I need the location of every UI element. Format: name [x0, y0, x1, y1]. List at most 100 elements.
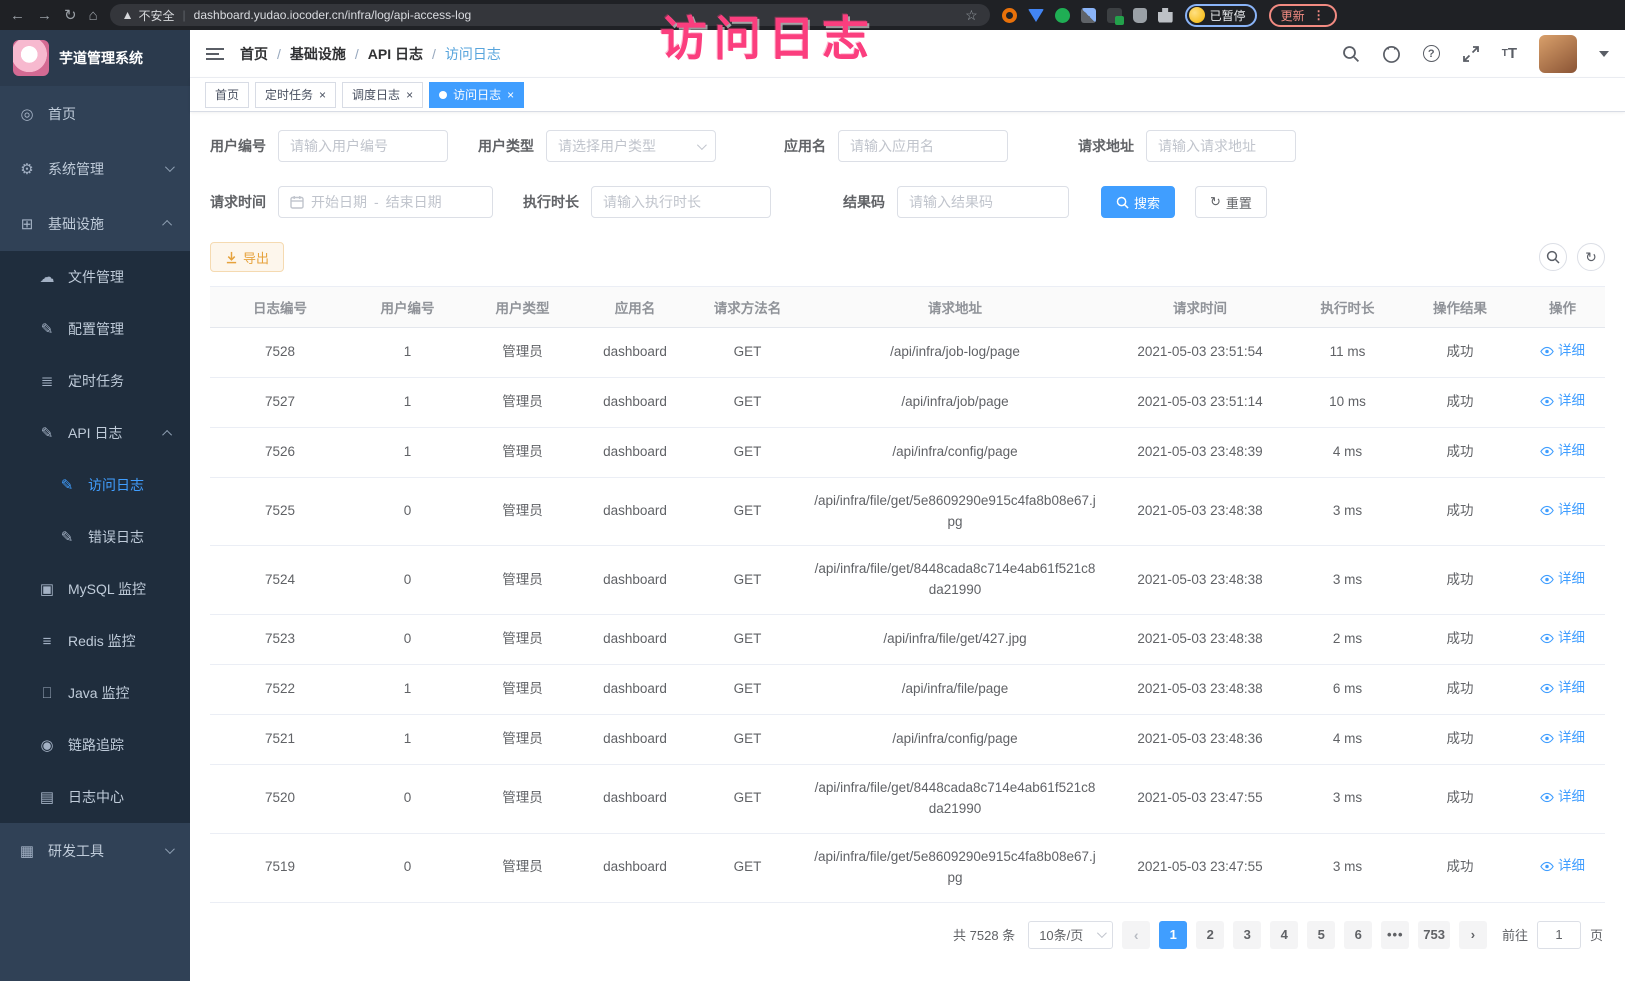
sidebar-item-config-management[interactable]: ✎ 配置管理 — [0, 303, 190, 355]
breadcrumb-infrastructure[interactable]: 基础设施 — [290, 44, 346, 64]
detail-link[interactable]: 详细 — [1540, 628, 1585, 649]
access-log-table: 日志编号 用户编号 用户类型 应用名 请求方法名 请求地址 请求时间 执行时长 … — [210, 286, 1605, 903]
page-button-5[interactable]: 5 — [1307, 921, 1335, 949]
sidebar-item-access-log[interactable]: ✎ 访问日志 — [0, 459, 190, 511]
sidebar-item-home[interactable]: ◎ 首页 — [0, 86, 190, 141]
cell-request-url: /api/infra/file/get/8448cada8c714e4ab61f… — [805, 764, 1105, 833]
detail-link[interactable]: 详细 — [1540, 569, 1585, 590]
sidebar-item-infrastructure[interactable]: ⊞ 基础设施 — [0, 196, 190, 251]
detail-link[interactable]: 详细 — [1540, 678, 1585, 699]
detail-link[interactable]: 详细 — [1540, 441, 1585, 462]
help-icon[interactable]: ? — [1423, 45, 1440, 62]
font-size-icon[interactable]: TT — [1502, 45, 1517, 62]
breadcrumb-access-log: 访问日志 — [445, 44, 501, 64]
cell-duration: 11 ms — [1295, 328, 1400, 378]
goto-page-input[interactable] — [1537, 921, 1581, 949]
cell-request-url: /api/infra/job-log/page — [805, 328, 1105, 378]
profile-paused-badge[interactable]: 已暂停 — [1185, 4, 1257, 27]
extension-icon[interactable] — [1055, 8, 1070, 23]
duration-input[interactable] — [591, 186, 771, 218]
sidebar-item-error-log[interactable]: ✎ 错误日志 — [0, 511, 190, 563]
export-button[interactable]: 导出 — [210, 242, 284, 272]
browser-forward-icon[interactable]: → — [37, 8, 52, 23]
page-button-3[interactable]: 3 — [1233, 921, 1261, 949]
sidebar-item-dev-tools[interactable]: ▦ 研发工具 — [0, 823, 190, 878]
sidebar-item-trace[interactable]: ◉ 链路追踪 — [0, 719, 190, 771]
page-button-4[interactable]: 4 — [1270, 921, 1298, 949]
user-id-input[interactable] — [278, 130, 448, 162]
last-page-button[interactable]: 753 — [1418, 921, 1450, 949]
close-icon[interactable]: × — [507, 89, 514, 101]
detail-link[interactable]: 详细 — [1540, 728, 1585, 749]
extension-icon[interactable] — [1028, 9, 1044, 22]
sidebar-item-mysql-monitor[interactable]: ▣ MySQL 监控 — [0, 563, 190, 615]
extension-icon[interactable] — [1002, 8, 1017, 23]
detail-link[interactable]: 详细 — [1540, 341, 1585, 362]
next-page-button[interactable]: › — [1459, 921, 1487, 949]
cloud-upload-icon: ☁ — [38, 268, 56, 286]
extension-icon[interactable] — [1133, 8, 1147, 23]
toggle-search-button[interactable] — [1539, 243, 1567, 271]
refresh-table-button[interactable]: ↻ — [1577, 243, 1605, 271]
cell-result: 成功 — [1400, 615, 1520, 665]
eye-icon — [1540, 792, 1554, 803]
browser-reload-icon[interactable]: ↻ — [64, 8, 77, 23]
address-bar[interactable]: ▲ 不安全 | dashboard.yudao.iocoder.cn/infra… — [110, 4, 990, 26]
github-icon[interactable] — [1382, 44, 1401, 63]
page-button-2[interactable]: 2 — [1196, 921, 1224, 949]
tab-home[interactable]: 首页 — [205, 82, 249, 108]
extension-icon[interactable] — [1107, 8, 1122, 23]
page-numbers: 123456 — [1159, 921, 1372, 949]
browser-menu-icon[interactable]: ⋮ — [1313, 8, 1325, 22]
page-size-select[interactable]: 10条/页 — [1028, 921, 1113, 949]
bookmark-star-icon[interactable]: ☆ — [965, 7, 978, 24]
page-button-6[interactable]: 6 — [1344, 921, 1372, 949]
sidebar-item-java-monitor[interactable]: ⎕ Java 监控 — [0, 667, 190, 719]
sidebar-logo[interactable]: 芋道管理系统 — [0, 30, 190, 86]
sidebar-item-log-center[interactable]: ▤ 日志中心 — [0, 771, 190, 823]
sidebar-item-system-management[interactable]: ⚙ 系统管理 — [0, 141, 190, 196]
chevron-down-icon — [1097, 928, 1107, 938]
not-secure-warning[interactable]: ▲ 不安全 — [122, 7, 175, 24]
breadcrumb-home[interactable]: 首页 — [240, 44, 268, 64]
top-navbar: 首页 / 基础设施 / API 日志 / 访问日志 ? TT — [190, 30, 1625, 78]
breadcrumb-api-log[interactable]: API 日志 — [368, 44, 423, 64]
fullscreen-icon[interactable] — [1462, 45, 1480, 63]
sidebar-item-redis-monitor[interactable]: ≡ Redis 监控 — [0, 615, 190, 667]
request-time-label: 请求时间 — [210, 192, 266, 212]
reset-button[interactable]: ↻ 重置 — [1195, 186, 1267, 218]
browser-home-icon[interactable]: ⌂ — [89, 8, 98, 23]
extension-icon[interactable] — [1081, 8, 1096, 23]
request-time-range-picker[interactable]: 开始日期 - 结束日期 — [278, 186, 493, 218]
close-icon[interactable]: × — [406, 89, 413, 101]
detail-link[interactable]: 详细 — [1540, 787, 1585, 808]
app-name-input[interactable] — [838, 130, 1008, 162]
page-button-1[interactable]: 1 — [1159, 921, 1187, 949]
detail-link[interactable]: 详细 — [1540, 500, 1585, 521]
more-pages-button[interactable]: ••• — [1381, 921, 1409, 949]
hamburger-icon[interactable] — [206, 48, 224, 60]
detail-link[interactable]: 详细 — [1540, 391, 1585, 412]
sidebar-item-file-management[interactable]: ☁ 文件管理 — [0, 251, 190, 303]
tab-job-log[interactable]: 调度日志 × — [342, 82, 423, 108]
user-menu-caret-icon[interactable] — [1599, 51, 1609, 57]
extensions-puzzle-icon[interactable] — [1158, 8, 1173, 23]
search-button[interactable]: 搜索 — [1101, 186, 1175, 218]
search-icon[interactable] — [1342, 45, 1360, 63]
user-avatar[interactable] — [1539, 35, 1577, 73]
chevron-down-icon — [697, 140, 707, 150]
result-code-input[interactable] — [897, 186, 1069, 218]
user-type-select[interactable]: 请选择用户类型 — [546, 130, 716, 162]
tab-scheduled-jobs[interactable]: 定时任务 × — [255, 82, 336, 108]
detail-link[interactable]: 详细 — [1540, 856, 1585, 877]
request-url-input[interactable] — [1146, 130, 1296, 162]
col-request-url: 请求地址 — [805, 287, 1105, 328]
sidebar-item-scheduled-jobs[interactable]: ≣ 定时任务 — [0, 355, 190, 407]
prev-page-button[interactable]: ‹ — [1122, 921, 1150, 949]
sidebar-item-api-log[interactable]: ✎ API 日志 — [0, 407, 190, 459]
close-icon[interactable]: × — [319, 89, 326, 101]
cell-user-type: 管理员 — [465, 377, 580, 427]
browser-back-icon[interactable]: ← — [10, 8, 25, 23]
browser-update-button[interactable]: 更新 ⋮ — [1269, 4, 1337, 27]
tab-access-log[interactable]: 访问日志 × — [429, 82, 524, 108]
